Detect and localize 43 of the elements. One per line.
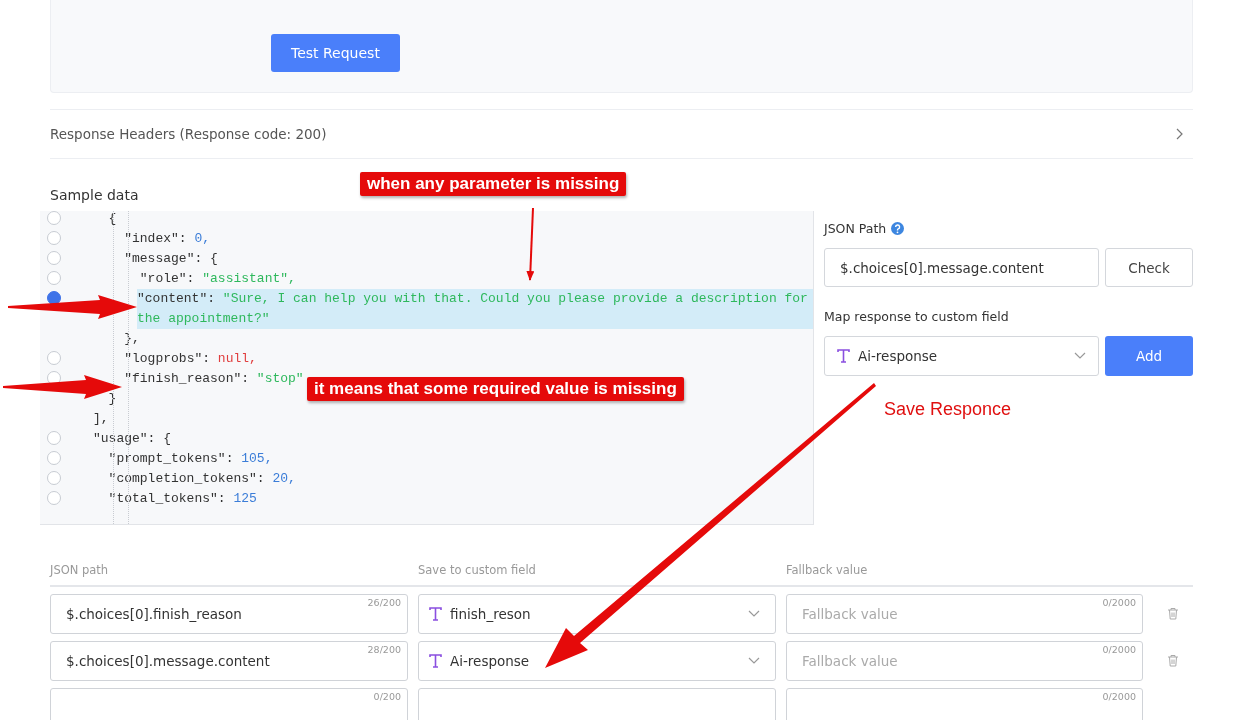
add-button[interactable]: Add — [1105, 336, 1193, 376]
custom-field-select[interactable]: Ai-response — [418, 640, 776, 681]
map-response-label: Map response to custom field — [824, 309, 1010, 324]
select-value: Ai-response — [858, 348, 938, 364]
path-value: $.choices[0].finish_reason — [66, 605, 242, 622]
character-count: 0/2000 — [1102, 643, 1136, 655]
code-line: "index": 0, — [123, 230, 211, 248]
code-line: "completion_tokens": 20, — [107, 470, 296, 488]
code-line: "logprobs": null, — [123, 350, 257, 368]
annotation-note: Save Responce — [884, 399, 1012, 420]
character-count: 28/200 — [367, 643, 401, 655]
character-count: 26/200 — [367, 596, 401, 608]
test-request-button[interactable]: Test Request — [271, 34, 400, 72]
placeholder: Fallback value — [802, 652, 898, 669]
column-header: Save to custom field — [418, 563, 537, 577]
select-value: finish_reson — [450, 605, 531, 622]
character-count: 0/2000 — [1102, 596, 1136, 608]
select-value: Ai-response — [450, 652, 530, 669]
code-line: "finish_reason": "stop" — [123, 370, 304, 388]
json-path-input[interactable]: $.choices[0].message.content 28/200 — [50, 640, 408, 681]
code-line: "prompt_tokens": 105, — [107, 450, 273, 468]
section-title: Sample data — [50, 187, 140, 203]
code-line: "usage": { — [93, 430, 171, 448]
json-path-input[interactable]: $.choices[0].message.content — [824, 248, 1099, 287]
custom-field-select[interactable]: finish_reson — [418, 593, 776, 634]
code-line: ], — [93, 410, 109, 428]
path-value: $.choices[0].message.content — [66, 652, 270, 669]
placeholder: Fallback value — [802, 605, 898, 622]
check-button[interactable]: Check — [1105, 248, 1193, 287]
response-headers-row[interactable]: Response Headers (Response code: 200) — [50, 109, 1193, 159]
callout: when any parameter is missing — [360, 172, 627, 196]
json-path-input[interactable]: $.choices[0].finish_reason 26/200 — [50, 593, 408, 634]
character-count: 0/200 — [373, 690, 401, 702]
column-header: JSON path — [50, 563, 110, 577]
response-headers-label: Response Headers (Response code: 200) — [50, 126, 327, 142]
callout: it means that some required value is missing — [307, 377, 684, 401]
character-count: 0/2000 — [1102, 690, 1136, 702]
code-line: "message": { — [123, 250, 218, 268]
code-line: "role": "assistant", — [138, 270, 296, 288]
code-line: "total_tokens": 125 — [107, 490, 257, 508]
json-path-label: JSON Path — [824, 221, 887, 236]
custom-field-select[interactable]: Ai-response — [824, 336, 1099, 376]
column-header: Fallback value — [786, 563, 869, 577]
